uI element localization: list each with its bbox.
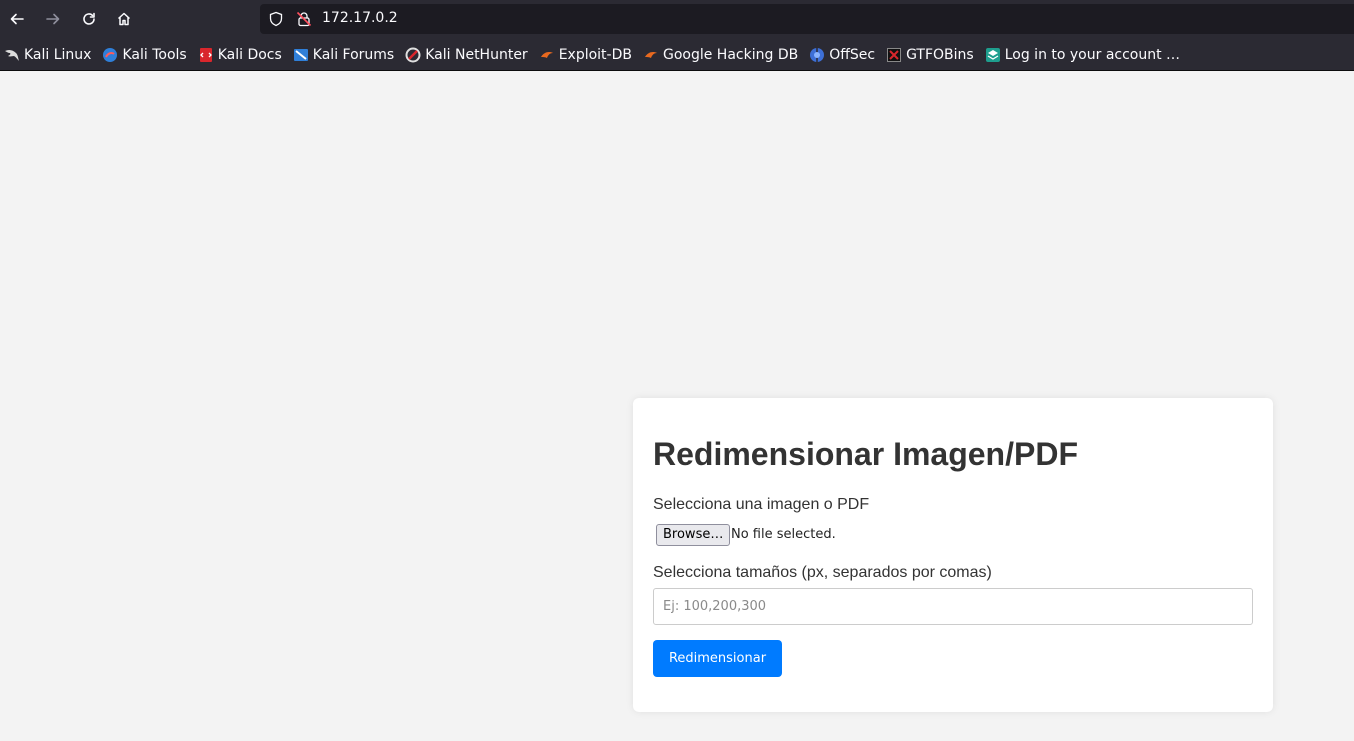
url-bar[interactable]: 172.17.0.2 bbox=[260, 4, 1354, 34]
resize-form-card: Redimensionar Imagen/PDF Selecciona una … bbox=[633, 398, 1273, 712]
bookmark-gtfobins[interactable]: GTFOBins bbox=[886, 43, 974, 67]
gtfobins-icon bbox=[886, 47, 902, 63]
login-site-icon bbox=[985, 47, 1001, 63]
back-button[interactable] bbox=[3, 5, 31, 33]
bookmark-label: Log in to your account … bbox=[1004, 46, 1181, 63]
file-status: No file selected. bbox=[731, 527, 836, 542]
forward-button[interactable] bbox=[39, 5, 67, 33]
bookmark-exploit-db[interactable]: Exploit-DB bbox=[539, 43, 632, 67]
url-text[interactable]: 172.17.0.2 bbox=[322, 10, 398, 26]
bookmark-label: OffSec bbox=[829, 46, 876, 63]
bookmark-label: Kali Tools bbox=[122, 46, 187, 63]
bookmark-kali-tools[interactable]: Kali Tools bbox=[102, 43, 187, 67]
insecure-lock-icon[interactable] bbox=[296, 11, 312, 27]
shield-icon[interactable] bbox=[268, 11, 284, 27]
bookmark-google-hacking-db[interactable]: Google Hacking DB bbox=[643, 43, 798, 67]
home-button[interactable] bbox=[110, 5, 138, 33]
reload-button[interactable] bbox=[75, 5, 103, 33]
sizes-label: Selecciona tamaños (px, separados por co… bbox=[653, 564, 992, 581]
kali-forums-icon bbox=[293, 47, 309, 63]
bookmark-label: Kali Docs bbox=[217, 46, 282, 63]
arrow-left-icon bbox=[10, 13, 24, 25]
bookmark-kali-nethunter[interactable]: Kali NetHunter bbox=[405, 43, 528, 67]
bookmark-label: Kali Forums bbox=[312, 46, 395, 63]
bookmark-kali-linux[interactable]: Kali Linux bbox=[4, 43, 91, 67]
bookmark-offsec[interactable]: OffSec bbox=[809, 43, 875, 67]
bookmark-label: Kali NetHunter bbox=[425, 46, 528, 63]
bookmark-label: Kali Linux bbox=[24, 46, 92, 63]
kali-tools-icon bbox=[102, 47, 118, 63]
home-icon bbox=[117, 12, 131, 26]
page-title: Redimensionar Imagen/PDF bbox=[653, 436, 1078, 472]
arrow-right-icon bbox=[46, 13, 60, 25]
offsec-icon bbox=[809, 47, 825, 63]
browse-file-button[interactable]: Browse… bbox=[656, 524, 731, 546]
file-label: Selecciona una imagen o PDF bbox=[653, 496, 870, 513]
exploit-db-icon bbox=[539, 47, 555, 63]
bookmark-label: Google Hacking DB bbox=[662, 46, 799, 63]
kali-dragon-icon bbox=[4, 47, 20, 63]
ghdb-icon bbox=[643, 47, 659, 63]
bookmarks-bar: Kali Linux Kali Tools Kali Docs Kali For… bbox=[0, 39, 1354, 71]
sizes-input[interactable] bbox=[653, 588, 1253, 625]
bookmark-label: Exploit-DB bbox=[558, 46, 632, 63]
resize-submit-button[interactable]: Redimensionar bbox=[653, 640, 782, 677]
bookmark-login-account[interactable]: Log in to your account … bbox=[985, 43, 1180, 67]
browser-toolbar: 172.17.0.2 bbox=[0, 0, 1354, 39]
kali-nethunter-icon bbox=[405, 47, 421, 63]
bookmark-kali-docs[interactable]: Kali Docs bbox=[198, 43, 282, 67]
kali-docs-icon bbox=[198, 47, 214, 63]
reload-icon bbox=[83, 12, 95, 25]
bookmark-label: GTFOBins bbox=[906, 46, 974, 63]
bookmark-kali-forums[interactable]: Kali Forums bbox=[293, 43, 394, 67]
